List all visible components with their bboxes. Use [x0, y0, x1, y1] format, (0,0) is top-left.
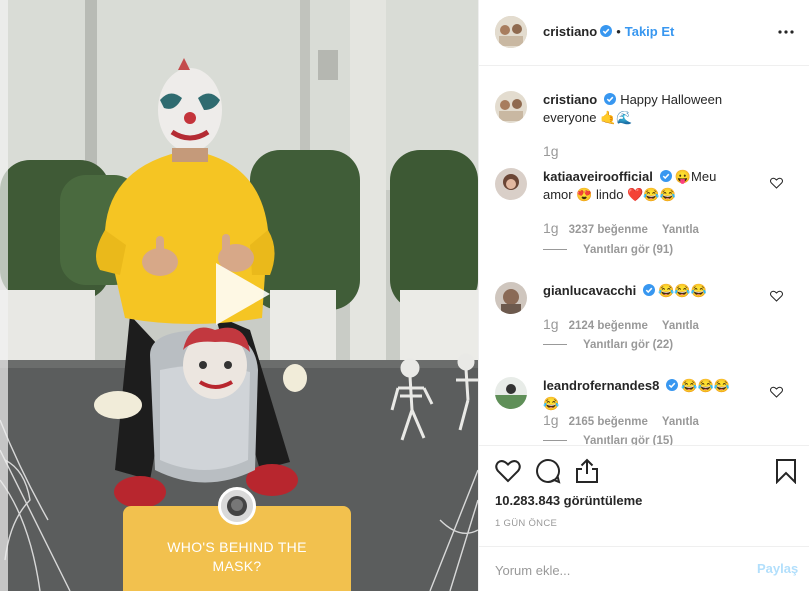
comment-avatar[interactable]: [495, 377, 527, 409]
verified-badge-icon: [666, 379, 679, 391]
post-header: cristiano • Takip Et: [479, 0, 809, 66]
comment-username[interactable]: leandrofernandes8: [543, 378, 659, 393]
comment-likes[interactable]: 2165 beğenme: [569, 416, 648, 428]
comment-avatar[interactable]: [495, 282, 527, 314]
view-replies-label: Yanıtları gör (22): [583, 339, 674, 351]
comment-username[interactable]: katiaaveiroofficial: [543, 169, 653, 184]
caption-text: cristiano Happy Halloween everyone 🤙🌊: [543, 91, 743, 127]
comment-body: 😂😂😂: [658, 283, 707, 298]
comment-meta: 1g 3237 beğenme Yanıtla: [543, 220, 699, 236]
caption-avatar[interactable]: [495, 91, 527, 123]
reply-button[interactable]: Yanıtla: [662, 224, 699, 236]
comment-input[interactable]: [495, 560, 735, 580]
view-count: 10.283.843 görüntüleme: [495, 493, 643, 508]
sticker-line-1: WHO'S BEHIND THE: [167, 539, 307, 555]
caption-meta: 1g: [543, 143, 569, 159]
view-replies-button[interactable]: Yanıtları gör (22): [543, 339, 673, 351]
view-replies-label: Yanıtları gör (15): [583, 435, 674, 445]
comment-like-heart-icon[interactable]: [770, 177, 783, 189]
bookmark-icon[interactable]: [775, 458, 797, 484]
comment-likes[interactable]: 3237 beğenme: [569, 224, 648, 236]
verified-badge-icon: [659, 170, 672, 182]
verified-badge-icon: [600, 25, 613, 37]
post-video[interactable]: WHO'S BEHIND THE MASK?: [0, 0, 478, 591]
comment-likes[interactable]: 2124 beğenme: [569, 320, 648, 332]
reply-button[interactable]: Yanıtla: [662, 416, 699, 428]
like-heart-icon[interactable]: [495, 458, 521, 484]
share-icon[interactable]: [574, 458, 600, 484]
comment-like-heart-icon[interactable]: [770, 386, 783, 398]
follow-button[interactable]: Takip Et: [625, 24, 675, 39]
play-button[interactable]: [204, 259, 274, 329]
comment-bubble-icon[interactable]: [535, 458, 561, 484]
play-icon: [216, 263, 270, 325]
sticker-text: WHO'S BEHIND THE MASK?: [123, 538, 351, 576]
verified-badge-icon: [604, 93, 617, 105]
author-avatar[interactable]: [495, 16, 527, 48]
more-options-icon[interactable]: [777, 24, 795, 40]
author-username[interactable]: cristiano: [543, 24, 597, 39]
post-date[interactable]: 1 GÜN ÖNCE: [495, 518, 557, 529]
comment-time: 1g: [543, 412, 559, 428]
comment-username[interactable]: gianlucavacchi: [543, 283, 636, 298]
separator-dot: •: [616, 24, 621, 39]
reply-button[interactable]: Yanıtla: [662, 320, 699, 332]
verified-badge-icon: [643, 284, 656, 296]
sticker-avatar: [218, 487, 256, 525]
view-replies-button[interactable]: Yanıtları gör (91): [543, 244, 673, 256]
comment-time: 1g: [543, 316, 559, 332]
comment-like-heart-icon[interactable]: [770, 290, 783, 302]
comment-avatar[interactable]: [495, 168, 527, 200]
comment-text: leandrofernandes8 😂😂😂😂: [543, 377, 743, 413]
post-comment-button[interactable]: Paylaş: [757, 561, 798, 576]
sticker-line-2: MASK?: [212, 558, 262, 574]
comment-text: katiaaveiroofficial 😛Meu amor 😍 lindo ❤️😂…: [543, 168, 743, 204]
post-sidebar: cristiano • Takip Et cristiano Happy Hallow…: [478, 0, 809, 591]
comment-form: Paylaş: [479, 546, 809, 591]
view-replies-button[interactable]: Yanıtları gör (15): [543, 435, 673, 445]
view-replies-label: Yanıtları gör (91): [583, 244, 674, 256]
replies-divider: [543, 440, 567, 442]
comment-meta: 1g 2165 beğenme Yanıtla: [543, 412, 699, 428]
comment-meta: 1g 2124 beğenme Yanıtla: [543, 316, 699, 332]
caption-time: 1g: [543, 143, 559, 159]
instagram-post-view: WHO'S BEHIND THE MASK? cristiano • Takip…: [0, 0, 809, 591]
comment-time: 1g: [543, 220, 559, 236]
replies-divider: [543, 344, 567, 346]
caption-username[interactable]: cristiano: [543, 92, 597, 107]
replies-divider: [543, 249, 567, 251]
comment-text: gianlucavacchi 😂😂😂: [543, 282, 743, 300]
post-actions: 10.283.843 görüntüleme 1 GÜN ÖNCE Paylaş: [479, 445, 809, 591]
comments-list[interactable]: cristiano Happy Halloween everyone 🤙🌊 1g …: [479, 67, 809, 445]
author-row: cristiano • Takip Et: [543, 24, 674, 39]
